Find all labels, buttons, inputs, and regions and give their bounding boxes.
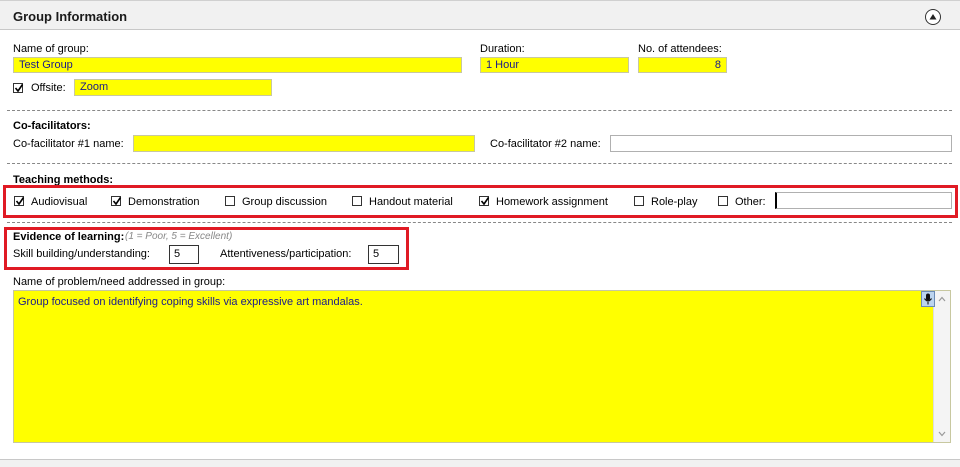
cofacilitators-title: Co-facilitators: [13, 120, 91, 132]
checkmark-icon [112, 197, 122, 206]
cofacilitator2-label: Co-facilitator #2 name: [490, 138, 601, 150]
divider [7, 163, 952, 164]
checkmark-icon [480, 197, 490, 206]
skill-building-label: Skill building/understanding: [13, 248, 150, 260]
section-title: Group Information [13, 9, 128, 24]
homework-assignment-label: Homework assignment [496, 196, 608, 208]
group-name-label: Name of group: [13, 43, 89, 55]
attendees-field[interactable]: 8 [638, 57, 727, 73]
evidence-title: Evidence of learning: [13, 231, 125, 243]
handout-material-label: Handout material [369, 196, 453, 208]
demonstration-label: Demonstration [128, 196, 200, 208]
demonstration-checkbox[interactable] [111, 196, 122, 206]
duration-field[interactable]: 1 Hour [480, 57, 629, 73]
scroll-down-icon [938, 431, 946, 437]
other-checkbox[interactable] [718, 196, 728, 206]
duration-label: Duration: [480, 43, 525, 55]
role-play-checkbox[interactable] [634, 196, 644, 206]
other-field[interactable] [775, 192, 952, 209]
problem-textarea[interactable]: Group focused on identifying coping skil… [13, 290, 951, 443]
handout-material-checkbox[interactable] [352, 196, 362, 206]
attendees-label: No. of attendees: [638, 43, 722, 55]
other-label: Other: [735, 196, 766, 208]
audiovisual-checkbox[interactable] [14, 196, 25, 206]
divider [7, 110, 952, 111]
divider [7, 222, 952, 223]
cofacilitator1-label: Co-facilitator #1 name: [13, 138, 124, 150]
scroll-up-icon [938, 296, 946, 302]
offsite-field[interactable]: Zoom [74, 79, 272, 96]
group-name-field[interactable]: Test Group [13, 57, 462, 73]
skill-building-field[interactable]: 5 [169, 245, 199, 264]
section-header: Group Information [0, 0, 960, 30]
role-play-label: Role-play [651, 196, 698, 208]
cofacilitator1-field[interactable] [133, 135, 475, 152]
audiovisual-label: Audiovisual [31, 196, 88, 208]
checkmark-icon [15, 197, 25, 206]
group-discussion-label: Group discussion [242, 196, 327, 208]
group-discussion-checkbox[interactable] [225, 196, 235, 206]
offsite-checkbox[interactable] [13, 83, 24, 93]
homework-assignment-checkbox[interactable] [479, 196, 490, 206]
collapse-icon[interactable] [925, 9, 941, 25]
cofacilitator2-field[interactable] [610, 135, 952, 152]
textarea-scrollbar[interactable] [933, 291, 950, 442]
offsite-label: Offsite: [31, 82, 66, 94]
problem-label: Name of problem/need addressed in group: [13, 276, 226, 288]
problem-text: Group focused on identifying coping skil… [18, 296, 363, 308]
microphone-icon[interactable] [921, 291, 935, 307]
checkmark-icon [14, 84, 24, 93]
attentiveness-label: Attentiveness/participation: [220, 248, 352, 260]
evidence-scale-hint: (1 = Poor, 5 = Excellent) [125, 231, 233, 242]
attentiveness-field[interactable]: 5 [368, 245, 399, 264]
